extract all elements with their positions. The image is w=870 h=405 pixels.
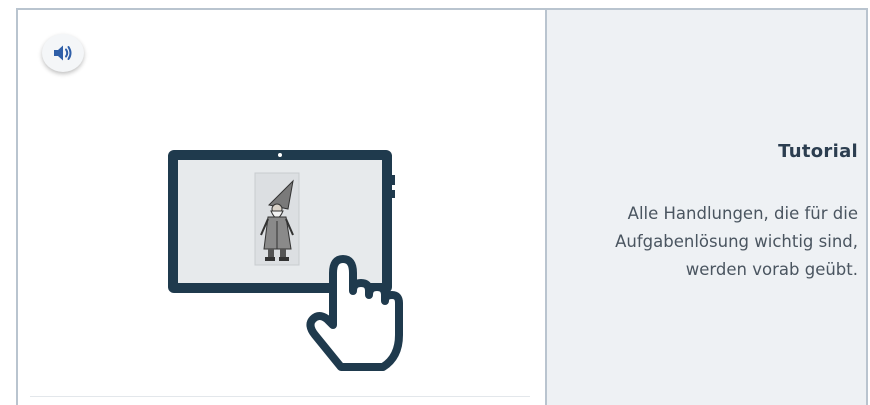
speaker-icon [54,45,72,61]
tutorial-line: Aufgabenlösung wichtig sind, [615,232,858,251]
tutorial-line: Alle Handlungen, die für die [627,204,858,223]
divider-line [30,396,530,397]
tutorial-line: werden vorab geübt. [685,260,858,279]
tutorial-title: Tutorial [778,141,858,162]
gnome-figure [254,172,300,266]
tutorial-panel: Tutorial Alle Handlungen, die für die Au… [547,10,866,405]
tutorial-description: Alle Handlungen, die für die Aufgabenlös… [538,200,858,284]
task-pane [18,10,545,405]
audio-button[interactable] [42,34,84,72]
tutorial-illustration [165,145,405,375]
tutorial-frame: Tutorial Alle Handlungen, die für die Au… [16,8,868,405]
